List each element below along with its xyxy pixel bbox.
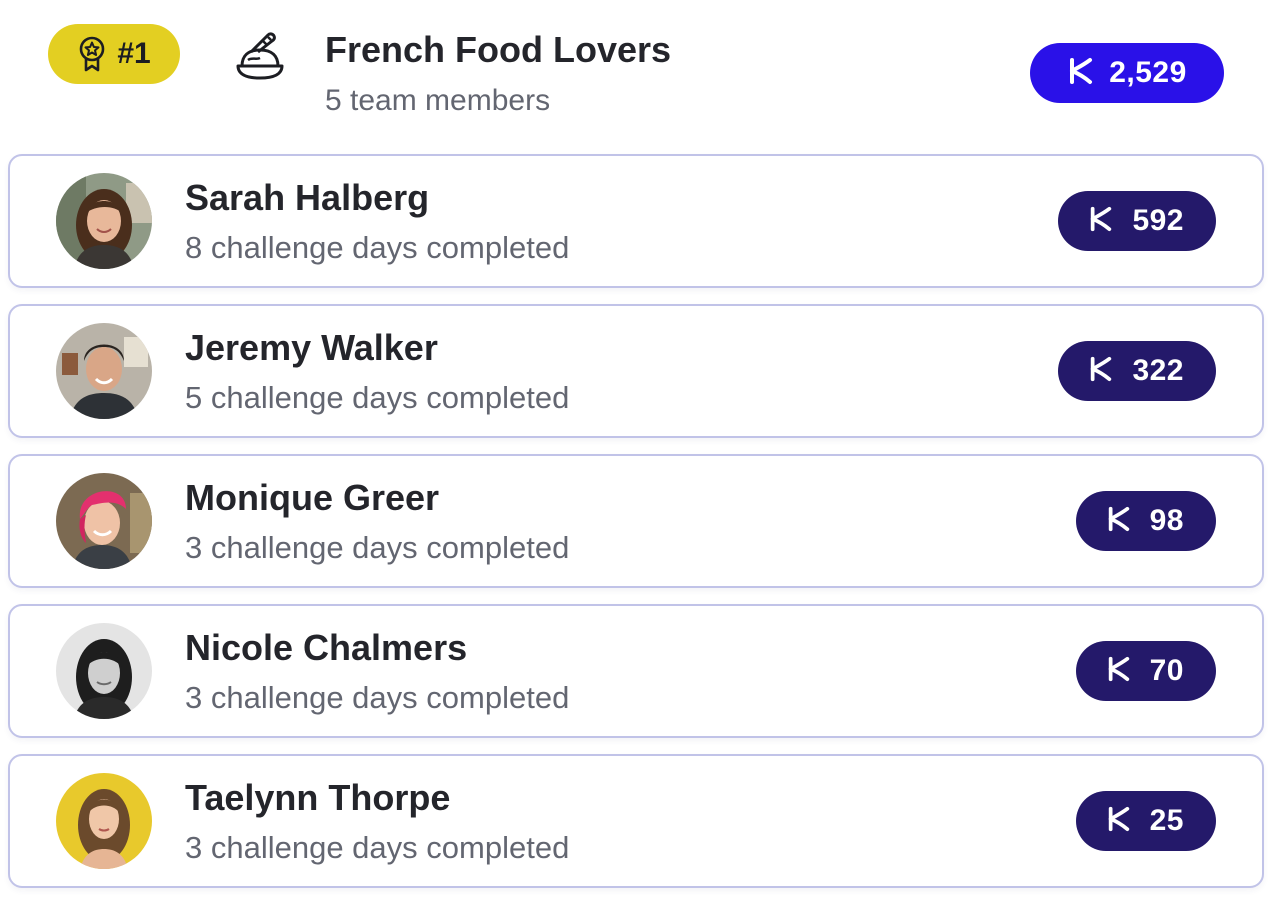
team-points-badge: 2,529	[1030, 43, 1224, 103]
team-members-count: 5 team members	[325, 84, 551, 117]
member-points-badge: 70	[1075, 641, 1216, 701]
member-points-value: 322	[1132, 354, 1184, 387]
member-challenge-days: 8 challenge days completed	[185, 230, 570, 265]
member-name: Sarah Halberg	[185, 177, 430, 218]
team-header: #1 French Food Lovers 5 team members 2,5…	[0, 0, 1272, 150]
k-logo-icon	[1088, 355, 1114, 388]
member-card[interactable]: Monique Greer 3 challenge days completed…	[8, 454, 1264, 588]
member-points-value: 98	[1149, 504, 1184, 537]
avatar	[56, 773, 152, 869]
k-logo-icon	[1106, 805, 1132, 838]
k-logo-icon	[1067, 56, 1095, 91]
food-dish-icon	[234, 30, 286, 82]
award-ribbon-icon	[77, 36, 107, 72]
k-logo-icon	[1106, 655, 1132, 688]
member-name: Monique Greer	[185, 477, 440, 518]
avatar	[56, 323, 152, 419]
k-logo-icon	[1088, 205, 1114, 238]
member-points-badge: 592	[1058, 191, 1216, 251]
member-card[interactable]: Sarah Halberg 8 challenge days completed…	[8, 154, 1264, 288]
member-card[interactable]: Jeremy Walker 5 challenge days completed…	[8, 304, 1264, 438]
avatar	[56, 473, 152, 569]
k-logo-icon	[1106, 505, 1132, 538]
member-card[interactable]: Nicole Chalmers 3 challenge days complet…	[8, 604, 1264, 738]
member-challenge-days: 3 challenge days completed	[185, 680, 570, 715]
member-points-badge: 98	[1075, 491, 1216, 551]
avatar	[56, 623, 152, 719]
team-name: French Food Lovers	[325, 29, 672, 70]
member-points-badge: 322	[1058, 341, 1216, 401]
member-points-value: 592	[1132, 204, 1184, 237]
member-challenge-days: 3 challenge days completed	[185, 830, 570, 865]
member-points-badge: 25	[1075, 791, 1216, 851]
member-card[interactable]: Taelynn Thorpe 3 challenge days complete…	[8, 754, 1264, 888]
member-challenge-days: 5 challenge days completed	[185, 380, 570, 415]
team-points-value: 2,529	[1109, 56, 1187, 89]
member-name: Jeremy Walker	[185, 327, 438, 368]
member-points-value: 25	[1149, 804, 1184, 837]
member-name: Nicole Chalmers	[185, 627, 468, 668]
member-name: Taelynn Thorpe	[185, 777, 451, 818]
rank-badge: #1	[48, 24, 180, 84]
member-points-value: 70	[1149, 654, 1184, 687]
avatar	[56, 173, 152, 269]
rank-label: #1	[117, 37, 151, 70]
member-challenge-days: 3 challenge days completed	[185, 530, 570, 565]
